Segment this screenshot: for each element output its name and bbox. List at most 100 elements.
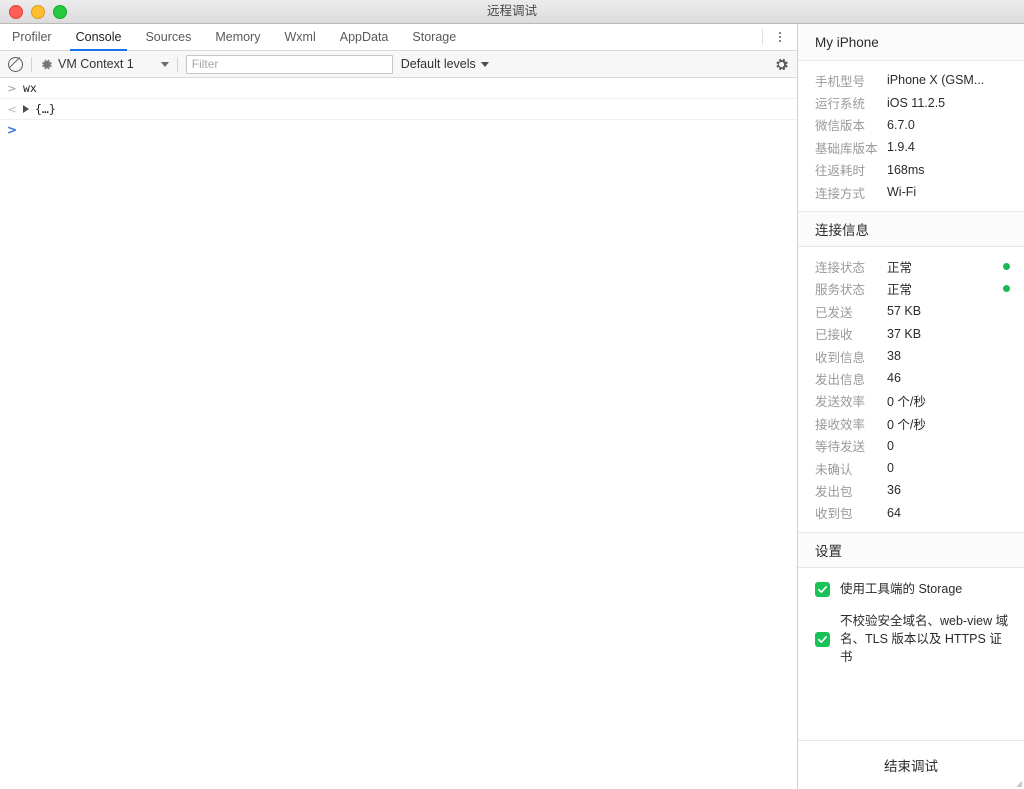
end-debug-button[interactable]: 结束调试: [870, 749, 952, 781]
check-icon: [817, 634, 828, 645]
vm-context-label: VM Context 1: [58, 57, 134, 71]
console-settings-button[interactable]: [774, 57, 789, 72]
settings-list: 使用工具端的 Storage 不校验安全域名、web-view 域名、TLS 版…: [798, 568, 1024, 690]
info-key: 已发送: [815, 302, 887, 321]
tab-storage[interactable]: Storage: [400, 24, 468, 50]
console-input-row: > wx: [0, 78, 797, 99]
zoom-window-button[interactable]: [53, 5, 67, 19]
input-marker-icon: >: [7, 82, 17, 95]
connection-info-list: 连接状态 正常 服务状态 正常 已发送 57 KB 已接收: [798, 247, 1024, 532]
tab-sources[interactable]: Sources: [133, 24, 203, 50]
toolbar-divider: [31, 57, 32, 72]
console-prompt-row[interactable]: >: [0, 120, 797, 140]
tab-console[interactable]: Console: [64, 24, 134, 50]
console-result-row[interactable]: < {…}: [0, 99, 797, 120]
info-key: 微信版本: [815, 115, 887, 134]
info-value: 1.9.4: [887, 140, 1010, 154]
info-value: 0 个/秒: [887, 414, 1010, 433]
check-icon: [817, 584, 828, 595]
prompt-chevron-icon: >: [7, 123, 17, 137]
conn-row-unconfirmed: 未确认 0: [798, 457, 1024, 479]
checkbox-use-tool-storage[interactable]: [815, 582, 830, 597]
filter-input[interactable]: [186, 55, 393, 74]
info-key: 手机型号: [815, 71, 887, 90]
close-window-button[interactable]: [9, 5, 23, 19]
info-value: 6.7.0: [887, 118, 1010, 132]
device-info-panel: My iPhone 手机型号 iPhone X (GSM... 运行系统 iOS…: [798, 24, 1024, 789]
info-value: Wi-Fi: [887, 185, 1010, 199]
chevron-down-icon: [481, 62, 489, 67]
info-key: 服务状态: [815, 279, 887, 298]
setting-label: 不校验安全域名、web-view 域名、TLS 版本以及 HTTPS 证书: [840, 612, 1010, 666]
panel-footer: 结束调试: [798, 740, 1024, 789]
panel-scroll-area: My iPhone 手机型号 iPhone X (GSM... 运行系统 iOS…: [798, 24, 1024, 740]
conn-row-connection-status: 连接状态 正常: [798, 255, 1024, 277]
setting-row-skip-domain-verification[interactable]: 不校验安全域名、web-view 域名、TLS 版本以及 HTTPS 证书: [815, 612, 1010, 666]
conn-row-received-messages: 收到信息 38: [798, 345, 1024, 367]
info-key: 基础库版本: [815, 138, 887, 157]
info-value: 正常: [887, 257, 997, 276]
info-row-lib-version: 基础库版本 1.9.4: [798, 136, 1024, 158]
info-row-connection-type: 连接方式 Wi-Fi: [798, 181, 1024, 203]
tab-memory[interactable]: Memory: [203, 24, 272, 50]
setting-label: 使用工具端的 Storage: [840, 580, 962, 598]
console-output[interactable]: > wx < {…} >: [0, 78, 797, 789]
info-value: 57 KB: [887, 304, 1010, 318]
checkbox-skip-domain-verification[interactable]: [815, 632, 830, 647]
info-value: 0: [887, 461, 1010, 475]
info-key: 发出包: [815, 481, 887, 500]
info-value: 46: [887, 371, 1010, 385]
conn-row-sent-messages: 发出信息 46: [798, 367, 1024, 389]
main-split: Profiler Console Sources Memory Wxml App…: [0, 24, 1024, 789]
info-row-os: 运行系统 iOS 11.2.5: [798, 91, 1024, 113]
console-result-text: {…}: [35, 102, 56, 116]
conn-row-send-rate: 发送效率 0 个/秒: [798, 390, 1024, 412]
conn-row-received-bytes: 已接收 37 KB: [798, 323, 1024, 345]
info-key: 运行系统: [815, 93, 887, 112]
conn-row-pending-send: 等待发送 0: [798, 434, 1024, 456]
tab-profiler[interactable]: Profiler: [0, 24, 64, 50]
conn-row-sent-packets: 发出包 36: [798, 479, 1024, 501]
info-key: 接收效率: [815, 414, 887, 433]
gear-icon: [774, 57, 789, 72]
conn-row-sent-bytes: 已发送 57 KB: [798, 300, 1024, 322]
tab-wxml[interactable]: Wxml: [272, 24, 327, 50]
expand-triangle-icon[interactable]: [23, 105, 29, 113]
gear-icon: [40, 58, 53, 71]
info-key: 收到信息: [815, 347, 887, 366]
devtools-tabbar: Profiler Console Sources Memory Wxml App…: [0, 24, 797, 51]
window-title: 远程调试: [0, 0, 1024, 23]
info-value: iOS 11.2.5: [887, 96, 1010, 110]
info-key: 收到包: [815, 503, 887, 522]
log-levels-select[interactable]: Default levels: [401, 57, 489, 71]
vm-context-select[interactable]: VM Context 1: [40, 57, 169, 71]
device-info-list: 手机型号 iPhone X (GSM... 运行系统 iOS 11.2.5 微信…: [798, 61, 1024, 211]
info-value: 正常: [887, 279, 997, 298]
info-row-wechat-version: 微信版本 6.7.0: [798, 114, 1024, 136]
output-marker-icon: <: [7, 103, 17, 116]
kebab-menu-icon[interactable]: [773, 30, 787, 44]
info-key: 连接状态: [815, 257, 887, 276]
tabbar-actions: [762, 29, 797, 45]
info-value: 38: [887, 349, 1010, 363]
info-key: 等待发送: [815, 436, 887, 455]
status-dot: [1003, 263, 1010, 270]
info-value: 37 KB: [887, 327, 1010, 341]
setting-row-use-tool-storage[interactable]: 使用工具端的 Storage: [815, 580, 1010, 598]
tab-appdata[interactable]: AppData: [328, 24, 401, 50]
log-levels-label: Default levels: [401, 57, 476, 71]
status-dot: [1003, 285, 1010, 292]
minimize-window-button[interactable]: [31, 5, 45, 19]
clear-console-icon[interactable]: [8, 57, 23, 72]
panel-title: My iPhone: [798, 24, 1024, 61]
info-value: iPhone X (GSM...: [887, 73, 1010, 87]
info-key: 发出信息: [815, 369, 887, 388]
info-key: 往返耗时: [815, 160, 887, 179]
title-bar: 远程调试: [0, 0, 1024, 24]
app-window: 远程调试 Profiler Console Sources Memory Wxm…: [0, 0, 1024, 789]
traffic-light-buttons: [0, 5, 67, 19]
console-filterbar: VM Context 1 Default levels: [0, 51, 797, 78]
info-row-latency: 往返耗时 168ms: [798, 159, 1024, 181]
devtools-pane: Profiler Console Sources Memory Wxml App…: [0, 24, 798, 789]
chevron-down-icon: [161, 62, 169, 67]
